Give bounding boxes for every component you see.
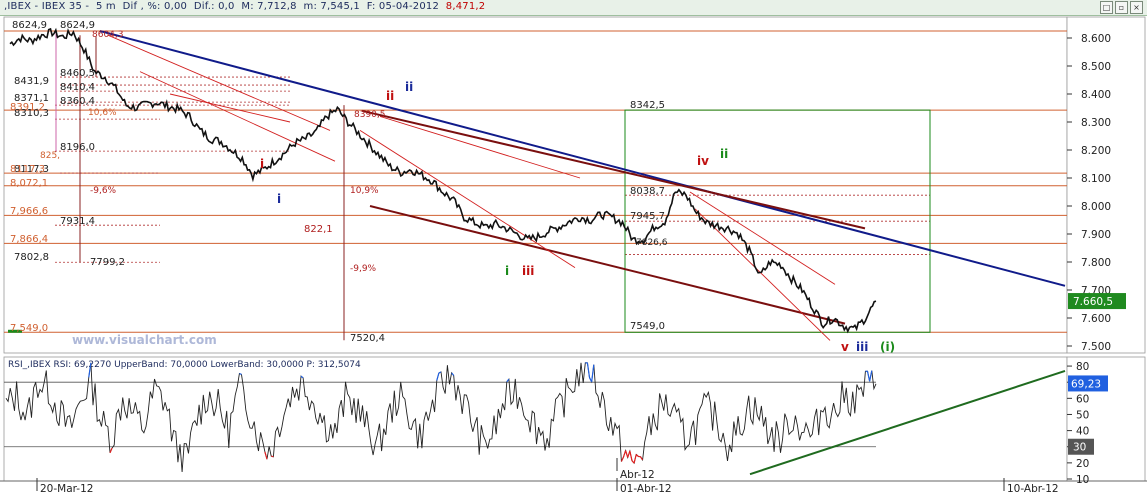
level-label: 7802,8 xyxy=(14,252,49,263)
price-tick-label: 8.000 xyxy=(1081,201,1111,213)
level-label: 7,866,4 xyxy=(10,234,48,245)
level-label: 7549,0 xyxy=(630,321,665,332)
level-label: 7,549,0 xyxy=(10,323,48,334)
wave-label: ii xyxy=(720,147,728,161)
restore-button[interactable]: □ xyxy=(1100,1,1113,14)
watermark: www.visualchart.com xyxy=(72,333,217,347)
level-label: 8117,3 xyxy=(10,164,45,175)
level-label: 8,072,1 xyxy=(10,178,48,189)
price-tick-label: 8.400 xyxy=(1081,89,1111,101)
wave-label: iii xyxy=(522,264,534,278)
level-label: 8390,5 xyxy=(354,110,386,120)
window-controls: □ ▫ × xyxy=(1100,1,1143,14)
wave-label: ii xyxy=(386,89,394,103)
level-label: 8342,5 xyxy=(630,100,665,111)
level-label: 8624,9 xyxy=(60,20,95,31)
time-tick-label: 10-Abr-12 xyxy=(1007,483,1059,495)
level-label: 8624,9 xyxy=(12,20,47,31)
level-label: 7520,4 xyxy=(350,333,385,344)
symbol-label: ,IBEX - IBEX 35 - xyxy=(4,1,90,12)
time-tick-label: 01-Abr-12 xyxy=(620,483,672,495)
lower-band-text: 30 xyxy=(1073,442,1086,454)
rsi-value-text: 69,23 xyxy=(1071,378,1101,390)
wave-label: ii xyxy=(405,80,413,94)
price-panel-frame xyxy=(3,16,1068,354)
level-label: -9,9% xyxy=(350,264,377,274)
level-label: 8410,4 xyxy=(60,82,95,93)
title-bar: ,IBEX - IBEX 35 - 5 m Dif , %: 0,00 Dif.… xyxy=(0,0,1147,16)
wave-label: iv xyxy=(697,154,709,168)
level-label: 8196,0 xyxy=(60,142,95,153)
level-label: 7,966,6 xyxy=(10,206,48,217)
price-tick-label: 8.100 xyxy=(1081,173,1111,185)
interval-label: 5 m xyxy=(95,1,116,12)
rsi-tick-label: 80 xyxy=(1076,361,1089,373)
time-tick-label: Abr-12 xyxy=(620,469,655,481)
chart-canvas[interactable]: 8624,9 8624,98604,38460,58431,98410,48371… xyxy=(0,15,1147,495)
price-tick-label: 8.200 xyxy=(1081,145,1111,157)
price-tick-label: 7.900 xyxy=(1081,229,1111,241)
level-label: 8038,7 xyxy=(630,186,665,197)
date-caption: F: xyxy=(366,1,376,12)
rsi-tick-label: 20 xyxy=(1076,458,1089,470)
date-value: 05-04-2012 xyxy=(378,1,440,12)
price-tick-label: 8.300 xyxy=(1081,117,1111,129)
dif-pct-value: 0,00 xyxy=(164,1,188,12)
level-label: 8431,9 xyxy=(14,76,49,87)
rsi-tick-label: 10 xyxy=(1076,474,1089,486)
level-label: 8360,4 xyxy=(60,96,95,107)
chart-window: ,IBEX - IBEX 35 - 5 m Dif , %: 0,00 Dif.… xyxy=(0,0,1147,495)
level-label: 8460,5 xyxy=(60,68,95,79)
wave-label: (i) xyxy=(880,340,895,354)
minimize-button[interactable]: ▫ xyxy=(1115,1,1128,14)
level-label: -9,6% xyxy=(90,186,117,196)
level-label: 8310,3 xyxy=(14,108,49,119)
level-label: 10,9% xyxy=(350,186,379,196)
dif-pct-caption: Dif , %: xyxy=(122,1,161,12)
level-label: 10,6% xyxy=(88,108,117,118)
title-bar-text: ,IBEX - IBEX 35 - 5 m Dif , %: 0,00 Dif.… xyxy=(4,1,485,12)
rsi-panel-frame xyxy=(3,356,1068,482)
rsi-tick-label: 60 xyxy=(1076,393,1089,405)
wave-label: i xyxy=(277,192,281,206)
price-tick-label: 8.600 xyxy=(1081,33,1111,45)
dif-abs-value: 0,0 xyxy=(218,1,235,12)
max-value: 7,712,8 xyxy=(257,1,297,12)
wave-label: i xyxy=(260,157,264,171)
level-label: 7826,6 xyxy=(636,238,668,248)
level-label: 822,1 xyxy=(304,224,333,235)
rsi-tick-label: 40 xyxy=(1076,426,1089,438)
price-tick-label: 7.500 xyxy=(1081,341,1111,353)
f-value: 8,471,2 xyxy=(445,1,486,12)
max-caption: M: xyxy=(241,1,254,12)
level-label: 8604,3 xyxy=(92,30,124,40)
level-label: 7945,7 xyxy=(630,211,665,222)
close-button[interactable]: × xyxy=(1130,1,1143,14)
price-tick-label: 8.500 xyxy=(1081,61,1111,73)
time-tick-label: 20-Mar-12 xyxy=(40,483,93,495)
wave-label: v xyxy=(841,340,849,354)
wave-label: iii xyxy=(856,340,868,354)
level-label: 825, xyxy=(40,151,60,161)
rsi-oversold-segment xyxy=(271,455,274,458)
level-label: 7931,4 xyxy=(60,216,95,227)
price-tick-label: 7.600 xyxy=(1081,313,1111,325)
min-caption: m: xyxy=(303,1,318,12)
rsi-tick-label: 50 xyxy=(1076,409,1089,421)
rsi-title: RSI_,IBEX RSI: 69,2270 UpperBand: 70,000… xyxy=(8,360,361,370)
price-tick-label: 7.800 xyxy=(1081,257,1111,269)
wave-label: i xyxy=(505,264,509,278)
level-label: 7799,2 xyxy=(90,257,125,268)
min-value: 7,545,1 xyxy=(320,1,360,12)
dif-abs-caption: Dif.: xyxy=(193,1,215,12)
last-price-value: 7.660,5 xyxy=(1073,296,1113,308)
